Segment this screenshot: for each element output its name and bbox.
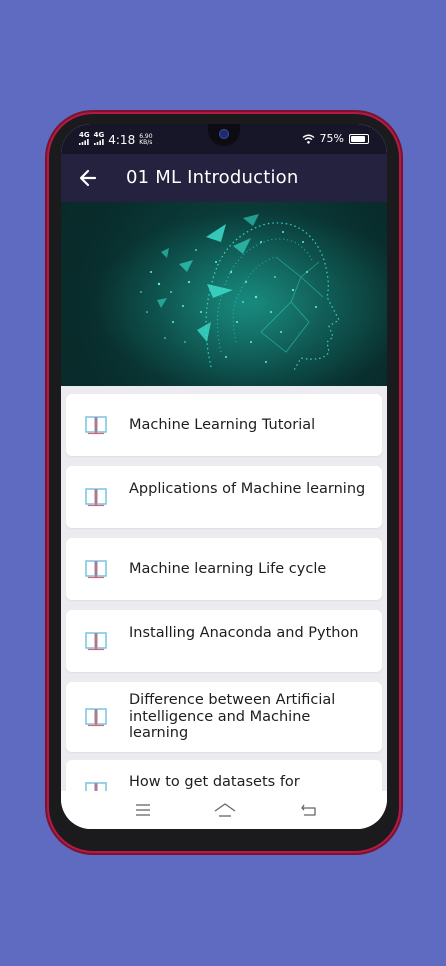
- topic-title: Installing Anaconda and Python: [129, 625, 359, 641]
- signal-icon: 4G: [93, 131, 105, 147]
- camera-notch: [208, 124, 240, 146]
- topic-title: Machine learning Life cycle: [129, 561, 327, 577]
- list-item[interactable]: Difference between Artificial intelligen…: [66, 682, 382, 752]
- camera-icon: [219, 129, 229, 139]
- network-speed: 6.90 KB/s: [139, 133, 153, 146]
- status-right: 75%: [302, 132, 369, 145]
- arrow-left-icon[interactable]: [75, 164, 103, 192]
- ai-head-illustration: [61, 202, 387, 386]
- back-icon[interactable]: [299, 800, 319, 820]
- network-speed-unit: KB/s: [139, 138, 153, 146]
- list-item[interactable]: Applications of Machine learning: [66, 466, 382, 528]
- screen: 4G 4G 4:18 6.90 KB/s 75% 01 ML Introduct…: [61, 124, 387, 829]
- menu-icon[interactable]: [133, 800, 153, 820]
- battery-percent: 75%: [319, 132, 344, 145]
- home-icon[interactable]: [213, 800, 237, 820]
- hero-image: [61, 202, 387, 386]
- topic-title: Applications of Machine learning: [129, 481, 366, 497]
- signal-icon: 4G: [79, 132, 90, 147]
- topic-title: Difference between Artificial intelligen…: [129, 692, 336, 741]
- app-bar: 01 ML Introduction: [61, 154, 387, 202]
- book-icon: [85, 560, 107, 579]
- battery-icon: [349, 133, 369, 144]
- signal-1-label: 4G: [79, 131, 90, 139]
- list-item[interactable]: Machine Learning Tutorial: [66, 394, 382, 456]
- book-icon: [85, 488, 107, 507]
- signal-2-label: 4G: [93, 131, 105, 139]
- book-icon: [85, 416, 107, 435]
- status-left: 4G 4G 4:18 6.90 KB/s: [79, 132, 153, 147]
- system-nav-bar: [61, 791, 387, 829]
- book-icon: [85, 632, 107, 651]
- book-icon: [85, 708, 107, 727]
- wifi-icon: [302, 134, 314, 144]
- page-title: 01 ML Introduction: [126, 167, 299, 188]
- list-item[interactable]: Installing Anaconda and Python: [66, 610, 382, 672]
- list-item[interactable]: Machine learning Life cycle: [66, 538, 382, 600]
- topic-title: How to get datasets for: [129, 774, 300, 790]
- status-time: 4:18: [108, 132, 136, 147]
- topic-title: Machine Learning Tutorial: [129, 417, 316, 433]
- status-bar: 4G 4G 4:18 6.90 KB/s 75%: [61, 124, 387, 154]
